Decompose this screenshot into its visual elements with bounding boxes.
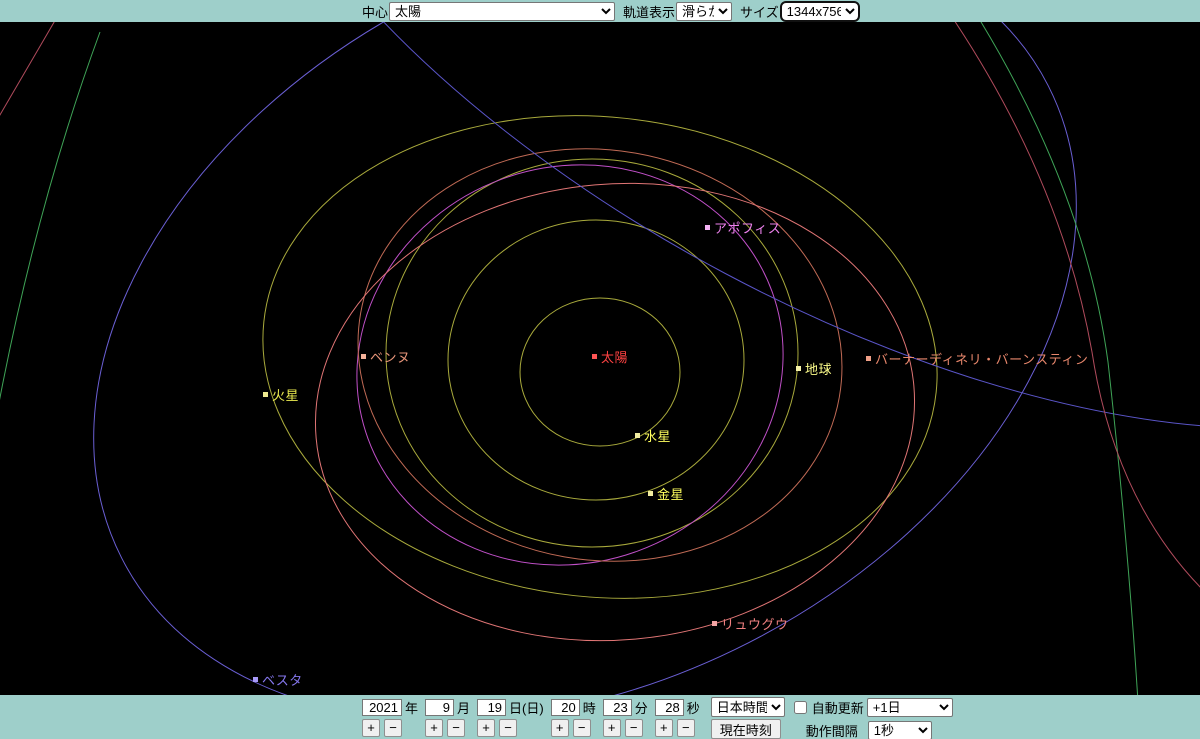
interval-select[interactable]: 1秒 (868, 721, 932, 739)
minute-plus-button[interactable]: + (603, 719, 621, 737)
body-apophis: アポフィス (705, 218, 781, 237)
apophis-marker-icon (705, 225, 710, 230)
body-earth: 地球 (796, 359, 832, 378)
second-unit-label: 秒 (687, 698, 700, 717)
center-label: 中心 (362, 2, 388, 21)
bennu-label: ベンヌ (370, 347, 411, 366)
second-plus-button[interactable]: + (655, 719, 673, 737)
orbit-display-label: 軌道表示 (623, 2, 675, 21)
interval-label: 動作間隔 (806, 721, 858, 739)
size-select[interactable]: 1344x756 (780, 1, 860, 22)
vesta-marker-icon (253, 677, 258, 682)
second-minus-button[interactable]: − (677, 719, 695, 737)
month-unit-label: 月 (457, 698, 470, 717)
year-plus-button[interactable]: + (362, 719, 380, 737)
day-minus-button[interactable]: − (499, 719, 517, 737)
venus-label: 金星 (657, 484, 684, 503)
bottom-toolbar: 年 + − 月 + − 日(日) + − (0, 695, 1200, 739)
size-label: サイズ (740, 2, 779, 21)
day-plus-button[interactable]: + (477, 719, 495, 737)
hour-input[interactable] (551, 699, 580, 716)
body-vesta: ベスタ (253, 670, 303, 689)
auto-update-label: 自動更新 (812, 698, 864, 717)
timezone-control: 日本時間 現在時刻 (711, 698, 785, 739)
comet-green-left-orbit (0, 32, 100, 452)
bennu-marker-icon (361, 354, 366, 359)
center-select[interactable]: 太陽 (389, 2, 615, 21)
month-input[interactable] (425, 699, 454, 716)
month-control: 月 + − (425, 698, 470, 739)
timezone-select[interactable]: 日本時間 (711, 697, 785, 717)
hour-minus-button[interactable]: − (573, 719, 591, 737)
ryugu-label: リュウグウ (721, 614, 789, 633)
year-input[interactable] (362, 699, 402, 716)
earth-marker-icon (796, 366, 801, 371)
comet-blue-orbit (89, 22, 1200, 611)
bernardinelli-bernstein-label: バーナーディネリ・バーンスティン (875, 349, 1088, 368)
orbit-display-select[interactable]: 滑らか (676, 2, 732, 21)
year-minus-button[interactable]: − (384, 719, 402, 737)
day-unit-label: 日(日) (509, 698, 544, 717)
current-time-button[interactable]: 現在時刻 (711, 719, 781, 739)
vesta-label: ベスタ (262, 670, 303, 689)
hour-control: 時 + − (551, 698, 596, 739)
sun-marker-icon (592, 354, 597, 359)
bernardinelli-bernstein-marker-icon (866, 356, 871, 361)
venus-marker-icon (648, 491, 653, 496)
minute-input[interactable] (603, 699, 632, 716)
body-mercury: 水星 (635, 426, 671, 445)
day-input[interactable] (477, 699, 506, 716)
sun-label: 太陽 (601, 347, 628, 366)
time-step-select[interactable]: +1日 (867, 698, 953, 717)
auto-update-control: 自動更新 +1日 動作間隔 1秒 (792, 698, 953, 739)
minute-control: 分 + − (603, 698, 648, 739)
mercury-orbit (520, 298, 680, 446)
second-input[interactable] (655, 699, 684, 716)
auto-update-checkbox[interactable] (794, 701, 807, 714)
minute-unit-label: 分 (635, 698, 648, 717)
top-toolbar: 中心 太陽 軌道表示 滑らか サイズ 1344x756 (0, 0, 1200, 22)
second-control: 秒 + − (655, 698, 700, 739)
body-ryugu: リュウグウ (712, 614, 789, 633)
orbit-canvas: 太陽水星金星 地球火星 アポフィスベンヌリュウグウベスタ バーナーディネリ・バーンステ… (0, 22, 1200, 695)
body-bernardinelli-bernstein: バーナーディネリ・バーンスティン (866, 349, 1088, 368)
day-control: 日(日) + − (477, 698, 544, 739)
body-venus: 金星 (648, 484, 684, 503)
year-unit-label: 年 (405, 698, 418, 717)
month-minus-button[interactable]: − (447, 719, 465, 737)
month-plus-button[interactable]: + (425, 719, 443, 737)
ryugu-marker-icon (712, 621, 717, 626)
apophis-label: アポフィス (714, 218, 781, 237)
hour-plus-button[interactable]: + (551, 719, 569, 737)
hour-unit-label: 時 (583, 698, 596, 717)
year-control: 年 + − (362, 698, 418, 739)
minute-minus-button[interactable]: − (625, 719, 643, 737)
earth-label: 地球 (805, 359, 832, 378)
body-bennu: ベンヌ (361, 347, 411, 366)
body-mars: 火星 (263, 385, 299, 404)
mars-label: 火星 (272, 385, 299, 404)
mercury-label: 水星 (644, 426, 671, 445)
mars-marker-icon (263, 392, 268, 397)
comet-red-topleft-orbit (0, 22, 60, 132)
body-sun: 太陽 (592, 347, 628, 366)
mercury-marker-icon (635, 433, 640, 438)
comet-red-right-orbit (952, 22, 1200, 592)
